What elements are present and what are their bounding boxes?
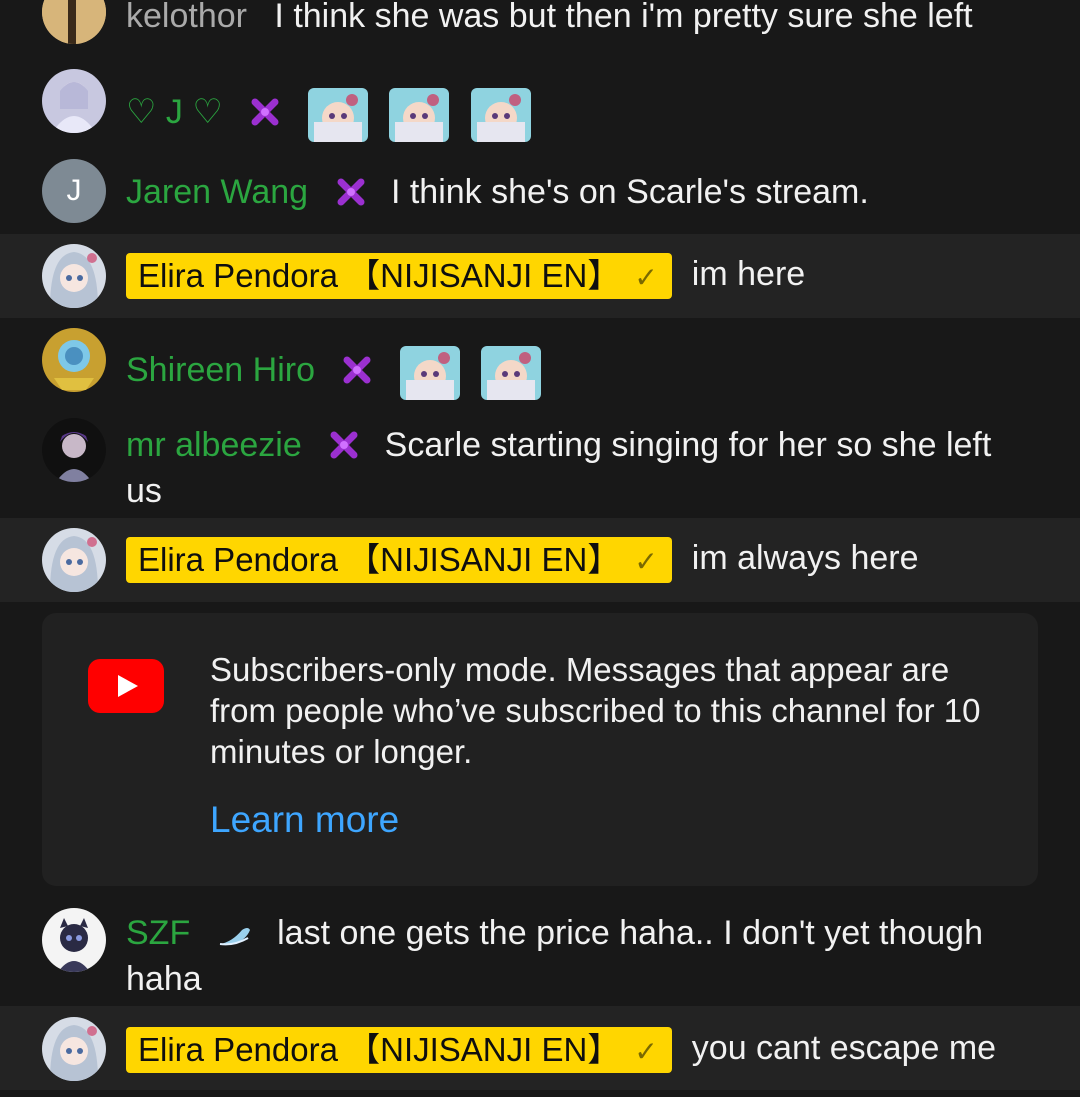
avatar[interactable]: J: [42, 159, 106, 223]
avatar[interactable]: [42, 328, 106, 392]
author-name[interactable]: SZF: [126, 914, 190, 952]
check-icon: ✓: [634, 546, 658, 578]
member-badge-icon: [329, 428, 359, 470]
avatar-letter: J: [66, 174, 82, 207]
avatar[interactable]: [42, 244, 106, 308]
member-badge-icon: [336, 175, 366, 217]
author-name[interactable]: Jaren Wang: [126, 173, 308, 211]
fish-girl-emote: [479, 340, 543, 404]
message-text: im here: [691, 255, 806, 293]
check-icon: ✓: [634, 1036, 658, 1068]
fish-girl-emote: [398, 340, 462, 404]
message-text: im always here: [691, 539, 919, 577]
message-text: you cant escape me: [691, 1029, 997, 1067]
chat-message: J Jaren Wang I think she's on Scarle's s…: [0, 150, 1080, 234]
chat-message: mr albeezie Scarle starting singing for …: [0, 404, 1080, 518]
chat-message: SZF last one gets the price haha.. I don…: [0, 896, 1080, 1006]
author-name[interactable]: ♡ J ♡: [126, 93, 223, 131]
avatar[interactable]: [42, 0, 106, 44]
wing-badge-icon: [218, 916, 252, 958]
author-name[interactable]: mr albeezie: [126, 426, 302, 464]
author-name: Elira Pendora 【NIJISANJI EN】: [138, 541, 621, 579]
avatar[interactable]: [42, 908, 106, 972]
fish-girl-emote: [387, 82, 451, 146]
author-name: Elira Pendora 【NIJISANJI EN】: [138, 1031, 621, 1069]
subscribers-only-notice: Subscribers-only mode. Messages that app…: [42, 613, 1038, 886]
message-text: I think she's on Scarle's stream.: [390, 173, 869, 211]
fish-girl-emote: [469, 82, 533, 146]
message-text: last one gets the price haha.. I don't y…: [126, 914, 983, 998]
owner-name-chip[interactable]: Elira Pendora 【NIJISANJI EN】 ✓: [126, 1027, 672, 1074]
member-badge-icon: [342, 353, 372, 395]
chat-message-owner: Elira Pendora 【NIJISANJI EN】 ✓ im always h…: [0, 518, 1080, 602]
notice-text: Subscribers-only mode. Messages that app…: [210, 651, 981, 770]
avatar[interactable]: [42, 69, 106, 133]
chat-message: kelothor I think she was but then i'm pr…: [0, 0, 1080, 64]
owner-name-chip[interactable]: Elira Pendora 【NIJISANJI EN】 ✓: [126, 253, 672, 300]
learn-more-link[interactable]: Learn more: [210, 799, 399, 841]
author-name: Elira Pendora 【NIJISANJI EN】: [138, 257, 621, 295]
check-icon: ✓: [634, 262, 658, 294]
avatar[interactable]: [42, 418, 106, 482]
fish-girl-emote: [306, 82, 370, 146]
chat-message: ♡ J ♡: [0, 64, 1080, 150]
member-badge-icon: [250, 95, 280, 137]
author-name[interactable]: kelothor: [126, 0, 247, 35]
chat-message-owner: Elira Pendora 【NIJISANJI EN】 ✓ im here: [0, 234, 1080, 318]
chat-message: Shireen Hiro: [0, 318, 1080, 404]
avatar[interactable]: [42, 1017, 106, 1081]
owner-name-chip[interactable]: Elira Pendora 【NIJISANJI EN】 ✓: [126, 537, 672, 584]
avatar[interactable]: [42, 528, 106, 592]
youtube-logo-icon: [88, 659, 164, 718]
author-name[interactable]: Shireen Hiro: [126, 351, 315, 389]
message-text: I think she was but then i'm pretty sure…: [274, 0, 973, 35]
chat-message-owner: Elira Pendora 【NIJISANJI EN】 ✓ you cant es…: [0, 1006, 1080, 1090]
